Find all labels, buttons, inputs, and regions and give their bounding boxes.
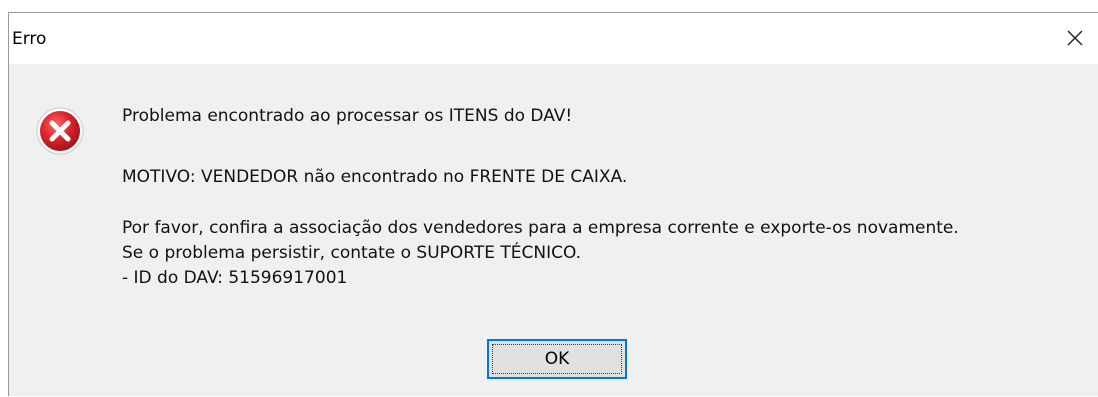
- message-line-1: Problema encontrado ao processar os ITEN…: [122, 106, 573, 126]
- message-line-5: - ID do DAV: 51596917001: [122, 268, 348, 288]
- message-line-2: MOTIVO: VENDEDOR não encontrado no FRENT…: [122, 167, 628, 187]
- message-line-4: Se o problema persistir, contate o SUPOR…: [122, 243, 582, 263]
- error-dialog: Erro Problema encontrado ao processar os…: [8, 12, 1098, 396]
- ok-button-label: OK: [544, 349, 570, 369]
- message-line-3: Por favor, confira a associação dos vend…: [122, 218, 959, 238]
- close-button[interactable]: [1056, 19, 1092, 55]
- dialog-title: Erro: [12, 29, 47, 49]
- error-icon: [35, 106, 85, 156]
- dialog-body: Problema encontrado ao processar os ITEN…: [9, 64, 1098, 397]
- close-icon: [1067, 30, 1083, 46]
- ok-button[interactable]: OK: [487, 339, 627, 379]
- title-bar[interactable]: Erro: [9, 13, 1098, 64]
